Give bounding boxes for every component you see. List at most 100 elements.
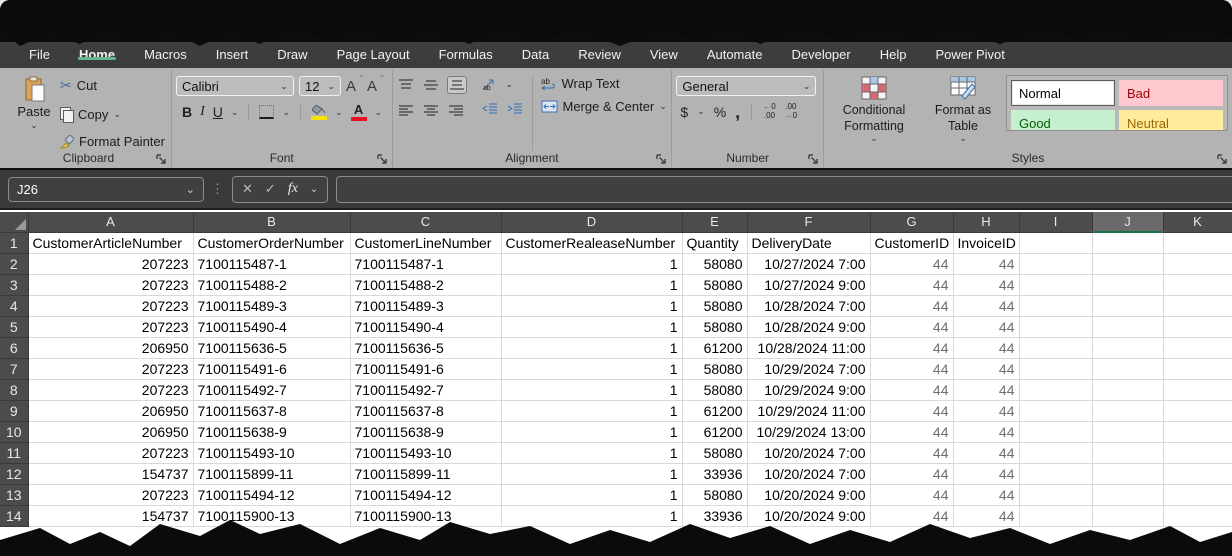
cell-A13[interactable]: 207223: [28, 484, 193, 505]
cell-D5[interactable]: 1: [501, 316, 682, 337]
row-header-3[interactable]: 3: [0, 274, 28, 295]
titlebar-pencil-icon[interactable]: [692, 8, 707, 23]
cell-B7[interactable]: 7100115491-6: [193, 358, 350, 379]
cell-F5[interactable]: 10/28/2024 9:00: [747, 316, 870, 337]
bold-button[interactable]: B: [182, 104, 192, 120]
column-header-F[interactable]: F: [747, 212, 870, 232]
cell-A8[interactable]: 207223: [28, 379, 193, 400]
column-header-A[interactable]: A: [28, 212, 193, 232]
row-header-9[interactable]: 9: [0, 400, 28, 421]
cell-E13[interactable]: 58080: [682, 484, 747, 505]
cell-H10[interactable]: 44: [953, 421, 1019, 442]
cell-C1[interactable]: CustomerLineNumber: [350, 232, 501, 253]
cell-G9[interactable]: 44: [870, 400, 953, 421]
cell-A5[interactable]: 207223: [28, 316, 193, 337]
number-dialog-launcher[interactable]: [808, 154, 819, 165]
top-align-button[interactable]: [397, 77, 415, 93]
cell-E11[interactable]: 58080: [682, 442, 747, 463]
cell-K1[interactable]: [1163, 232, 1232, 253]
currency-chevron-icon[interactable]: ⌄: [697, 107, 705, 116]
cell-F7[interactable]: 10/29/2024 7:00: [747, 358, 870, 379]
middle-align-button[interactable]: [422, 77, 440, 93]
cell-K2[interactable]: [1163, 253, 1232, 274]
align-right-button[interactable]: [447, 103, 465, 119]
tab-draw[interactable]: Draw: [270, 42, 314, 62]
cell-B2[interactable]: 7100115487-1: [193, 253, 350, 274]
cell-C13[interactable]: 7100115494-12: [350, 484, 501, 505]
font-name-combobox[interactable]: Calibri ⌄: [176, 76, 294, 96]
cell-F3[interactable]: 10/27/2024 9:00: [747, 274, 870, 295]
cell-G2[interactable]: 44: [870, 253, 953, 274]
column-header-D[interactable]: D: [501, 212, 682, 232]
cell-J3[interactable]: [1092, 274, 1163, 295]
insert-function-button[interactable]: fx: [288, 181, 298, 197]
cell-A10[interactable]: 206950: [28, 421, 193, 442]
column-header-J[interactable]: J: [1092, 212, 1163, 232]
cell-G12[interactable]: 44: [870, 463, 953, 484]
style-chip-good[interactable]: Good: [1011, 110, 1115, 131]
cell-J14[interactable]: [1092, 505, 1163, 526]
row-header-11[interactable]: 11: [0, 442, 28, 463]
cell-B3[interactable]: 7100115488-2: [193, 274, 350, 295]
cell-D11[interactable]: 1: [501, 442, 682, 463]
cell-F8[interactable]: 10/29/2024 9:00: [747, 379, 870, 400]
row-header-12[interactable]: 12: [0, 463, 28, 484]
copy-button[interactable]: Copy ⌄: [60, 107, 165, 122]
cell-A12[interactable]: 154737: [28, 463, 193, 484]
cell-E12[interactable]: 33936: [682, 463, 747, 484]
cell-H12[interactable]: 44: [953, 463, 1019, 484]
cell-C8[interactable]: 7100115492-7: [350, 379, 501, 400]
cell-J4[interactable]: [1092, 295, 1163, 316]
borders-chevron-icon[interactable]: ⌄: [282, 108, 290, 117]
cell-D9[interactable]: 1: [501, 400, 682, 421]
styles-dialog-launcher[interactable]: [1217, 154, 1228, 165]
tab-formulas[interactable]: Formulas: [432, 42, 500, 62]
cell-D3[interactable]: 1: [501, 274, 682, 295]
fill-color-chevron-icon[interactable]: ⌄: [335, 108, 343, 117]
cell-G10[interactable]: 44: [870, 421, 953, 442]
cell-B14[interactable]: 7100115900-13: [193, 505, 350, 526]
cell-B13[interactable]: 7100115494-12: [193, 484, 350, 505]
row-header-4[interactable]: 4: [0, 295, 28, 316]
row-header-2[interactable]: 2: [0, 253, 28, 274]
increase-font-size-button[interactable]: Aˆ: [346, 78, 362, 95]
tab-developer[interactable]: Developer: [784, 42, 857, 62]
cell-C7[interactable]: 7100115491-6: [350, 358, 501, 379]
cell-B12[interactable]: 7100115899-11: [193, 463, 350, 484]
cell-I13[interactable]: [1019, 484, 1092, 505]
cell-F10[interactable]: 10/29/2024 13:00: [747, 421, 870, 442]
cell-C11[interactable]: 7100115493-10: [350, 442, 501, 463]
cell-E4[interactable]: 58080: [682, 295, 747, 316]
cell-J8[interactable]: [1092, 379, 1163, 400]
comma-format-button[interactable]: ,: [735, 107, 740, 117]
cell-H2[interactable]: 44: [953, 253, 1019, 274]
column-header-K[interactable]: K: [1163, 212, 1232, 232]
cell-A3[interactable]: 207223: [28, 274, 193, 295]
cell-D10[interactable]: 1: [501, 421, 682, 442]
tab-review[interactable]: Review: [571, 42, 628, 62]
cell-A11[interactable]: 207223: [28, 442, 193, 463]
cell-C14[interactable]: 7100115900-13: [350, 505, 501, 526]
cell-D2[interactable]: 1: [501, 253, 682, 274]
cell-A9[interactable]: 206950: [28, 400, 193, 421]
cell-E14[interactable]: 33936: [682, 505, 747, 526]
bottom-align-button[interactable]: [447, 76, 467, 94]
decrease-font-size-button[interactable]: Aˇ: [367, 78, 383, 95]
cell-B5[interactable]: 7100115490-4: [193, 316, 350, 337]
cell-H8[interactable]: 44: [953, 379, 1019, 400]
cell-F13[interactable]: 10/20/2024 9:00: [747, 484, 870, 505]
cell-J7[interactable]: [1092, 358, 1163, 379]
font-color-chevron-icon[interactable]: ⌄: [375, 108, 383, 117]
tab-file[interactable]: File: [22, 42, 57, 62]
cell-B6[interactable]: 7100115636-5: [193, 337, 350, 358]
cell-A1[interactable]: CustomerArticleNumber: [28, 232, 193, 253]
cell-K6[interactable]: [1163, 337, 1232, 358]
tab-home[interactable]: Home: [72, 42, 122, 62]
cell-B11[interactable]: 7100115493-10: [193, 442, 350, 463]
tab-insert[interactable]: Insert: [209, 42, 256, 62]
cell-I7[interactable]: [1019, 358, 1092, 379]
cell-F4[interactable]: 10/28/2024 7:00: [747, 295, 870, 316]
cell-K10[interactable]: [1163, 421, 1232, 442]
select-all-corner[interactable]: [0, 212, 28, 232]
cell-G4[interactable]: 44: [870, 295, 953, 316]
